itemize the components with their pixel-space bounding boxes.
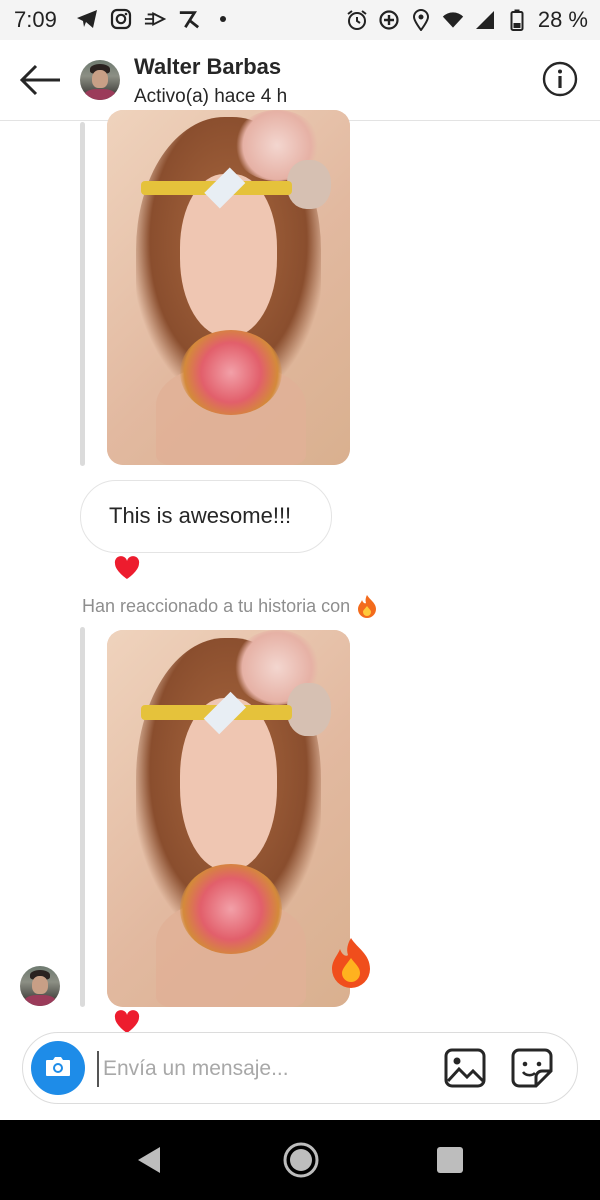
nav-back-icon[interactable]	[136, 1146, 162, 1174]
back-arrow-icon[interactable]	[18, 62, 62, 98]
message-text: This is awesome!!!	[109, 503, 292, 528]
app-icon	[178, 8, 200, 30]
chat-header: Walter Barbas Activo(a) hace 4 h	[0, 40, 600, 121]
activity-status: Activo(a) hace 4 h	[134, 86, 288, 107]
story-reaction-note: Han reaccionado a tu historia con	[82, 594, 378, 618]
gallery-icon[interactable]	[443, 1047, 487, 1089]
message-bubble[interactable]: This is awesome!!!	[80, 480, 332, 553]
contact-name[interactable]: Walter Barbas	[134, 54, 281, 80]
nav-home-icon[interactable]	[282, 1141, 320, 1179]
sticker-icon[interactable]	[510, 1047, 554, 1089]
telegram-icon	[76, 8, 98, 30]
story-reaction-text: Han reaccionado a tu historia con	[82, 595, 351, 616]
info-icon[interactable]	[542, 61, 578, 97]
camera-button[interactable]	[31, 1041, 85, 1095]
camera-icon	[44, 1054, 72, 1083]
messenger-icon	[144, 8, 166, 30]
nav-recents-icon[interactable]	[437, 1147, 463, 1173]
fire-reaction-icon	[328, 936, 374, 988]
heart-reaction-icon[interactable]	[114, 1010, 140, 1034]
wifi-icon	[442, 9, 464, 31]
alarm-icon	[346, 9, 368, 31]
status-time: 7:09	[14, 7, 57, 32]
dot-icon	[212, 8, 234, 30]
heart-reaction-icon[interactable]	[114, 556, 140, 580]
message-input[interactable]	[97, 1051, 435, 1087]
data-saver-icon	[378, 9, 400, 31]
story-reply-line	[80, 627, 85, 1007]
story-reply-line	[80, 122, 85, 466]
avatar[interactable]	[20, 966, 60, 1006]
fire-icon	[356, 594, 378, 618]
signal-icon	[474, 9, 496, 31]
story-image[interactable]	[107, 630, 350, 1007]
avatar[interactable]	[80, 60, 120, 100]
status-bar: 7:09 28 %	[0, 0, 600, 40]
story-image[interactable]	[107, 110, 350, 465]
battery-icon	[506, 9, 528, 31]
location-icon	[410, 9, 432, 31]
message-composer	[22, 1032, 578, 1104]
instagram-icon	[110, 8, 132, 30]
battery-percent: 28 %	[537, 7, 588, 32]
